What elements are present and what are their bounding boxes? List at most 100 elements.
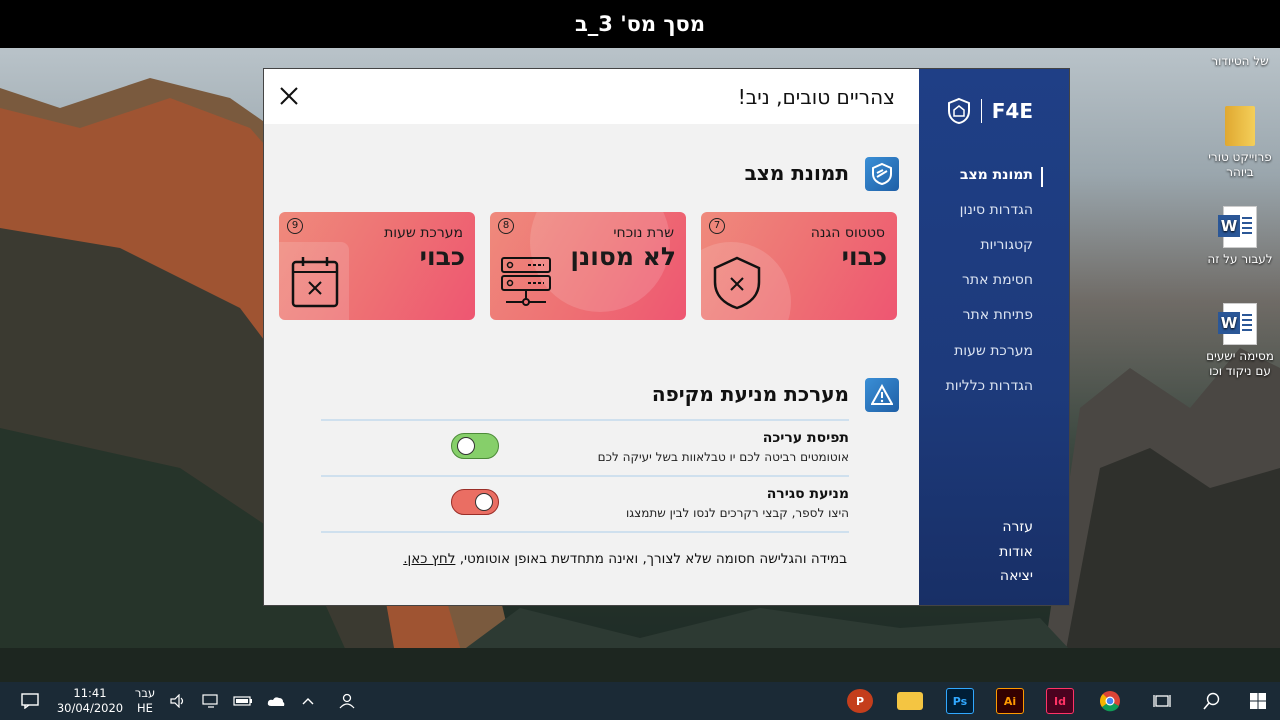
taskbar-app-file-explorer[interactable] <box>896 682 924 720</box>
windows-icon <box>1250 693 1266 709</box>
shield-x-icon <box>713 256 761 310</box>
greeting-title: צהריים טובים, ניב! <box>737 85 895 109</box>
toggle-title: מניעת סגירה <box>766 486 849 502</box>
search-icon <box>1203 692 1220 710</box>
screen-caption: מסך מס' 3_ב <box>0 0 1280 48</box>
desktop-icon-label: של הטיודור <box>1211 54 1269 68</box>
warning-icon <box>865 378 899 412</box>
powerpoint-icon: P <box>847 689 873 713</box>
battery-button[interactable] <box>230 682 256 720</box>
divider <box>321 419 849 421</box>
volume-button[interactable] <box>166 682 190 720</box>
language-indicator[interactable]: עבר HE <box>132 682 158 720</box>
divider <box>321 475 849 477</box>
desktop-icon-word[interactable]: לעבור על זה <box>1205 206 1275 267</box>
people-icon <box>339 693 355 709</box>
clock-time: 11:41 <box>73 686 107 700</box>
action-center-button[interactable] <box>14 682 46 720</box>
network-button[interactable] <box>198 682 224 720</box>
status-card-schedule[interactable]: 9 מערכת שעות כבוי <box>279 212 475 320</box>
section-title-status: תמונת מצב <box>744 161 849 185</box>
card-label: שרת נוכחי <box>613 225 674 241</box>
brand-logo: F4E <box>947 97 1033 125</box>
active-nav-indicator <box>1041 167 1043 187</box>
sidebar-nav: F4E תמונת מצב הגדרות סינון קטגוריות חסימ… <box>919 69 1069 605</box>
toggle-description: היצו לספר, קבצי רקרכים לנסו לבין שתמצגו <box>625 506 849 520</box>
sidebar-item-schedule[interactable]: מערכת שעות <box>954 343 1033 359</box>
taskbar-app-powerpoint[interactable]: P <box>846 682 874 720</box>
show-hidden-icons-button[interactable] <box>296 682 320 720</box>
toggle-row-close-prevention: מניעת סגירה היצו לספר, קבצי רקרכים לנסו … <box>321 486 849 526</box>
word-doc-icon <box>1218 303 1257 345</box>
sidebar-item-exit[interactable]: יציאה <box>1000 568 1033 584</box>
status-shield-icon <box>865 157 899 191</box>
language-label: עבר <box>134 686 156 700</box>
language-code: HE <box>137 701 153 715</box>
photoshop-icon: Ps <box>946 688 974 714</box>
cloud-icon <box>267 697 285 706</box>
taskbar-app-indesign[interactable]: Id <box>1046 682 1074 720</box>
word-doc-icon <box>1218 206 1257 248</box>
sidebar-item-status[interactable]: תמונת מצב <box>960 167 1033 183</box>
taskbar-app-photoshop[interactable]: Ps <box>946 682 974 720</box>
section-title-prevention: מערכת מניעת מקיפה <box>651 382 849 406</box>
desktop-icon-word[interactable]: מסימה ישעים עם ניקוד וכו <box>1205 303 1275 379</box>
sidebar-item-categories[interactable]: קטגוריות <box>980 237 1033 253</box>
desktop-icon-label: לעבור על זה <box>1207 252 1273 266</box>
indesign-icon: Id <box>1046 688 1074 714</box>
desktop-icon-label: מסימה ישעים עם ניקוד וכו <box>1206 349 1274 378</box>
close-button[interactable] <box>278 85 300 107</box>
card-number-badge: 9 <box>287 218 303 234</box>
card-value: כבוי <box>841 242 887 271</box>
card-value: כבוי <box>419 242 465 271</box>
battery-icon <box>233 696 252 706</box>
click-here-link[interactable]: לחץ כאן. <box>403 551 455 567</box>
toggle-row-edit-capture: תפיסת עריכה אוטומטים רביטה לכם יו טבלאוו… <box>321 430 849 470</box>
card-number-badge: 7 <box>709 218 725 234</box>
close-prevention-toggle[interactable] <box>451 489 499 515</box>
calendar-x-icon <box>291 257 339 308</box>
shield-logo-icon <box>947 97 970 125</box>
clock-date: 30/04/2020 <box>56 701 124 715</box>
onedrive-button[interactable] <box>262 682 290 720</box>
speaker-icon <box>170 694 184 708</box>
footer-note: במידה והגלישה חסומה שלא לצורך, ואינה מתח… <box>403 551 847 567</box>
task-view-icon <box>1153 695 1171 707</box>
status-card-server[interactable]: 8 שרת נוכחי לא מסונן <box>490 212 686 320</box>
main-panel: צהריים טובים, ניב! תמונת מצב 7 סטטוס הגנ… <box>264 69 919 605</box>
footer-note-text: במידה והגלישה חסומה שלא לצורך, ואינה מתח… <box>459 551 847 567</box>
sidebar-item-help[interactable]: עזרה <box>1002 519 1033 535</box>
sidebar-item-filter-settings[interactable]: הגדרות סינון <box>960 202 1033 218</box>
desktop-icon-label: פרוייקט טורי ביוהר <box>1208 150 1272 179</box>
taskbar-app-illustrator[interactable]: Ai <box>996 682 1024 720</box>
taskbar-app-chrome[interactable] <box>1096 682 1124 720</box>
desktop-icon-folder[interactable]: פרוייקט טורי ביוהר <box>1205 106 1275 180</box>
server-icon <box>501 257 551 306</box>
search-button[interactable] <box>1198 682 1226 720</box>
toggle-title: תפיסת עריכה <box>762 430 849 446</box>
card-value: לא מסונן <box>570 242 676 271</box>
desktop-icon-text[interactable]: של הטיודור <box>1205 54 1275 69</box>
chevron-up-icon <box>302 698 314 705</box>
sidebar-item-about[interactable]: אודות <box>999 544 1033 560</box>
task-view-button[interactable] <box>1148 682 1176 720</box>
illustrator-icon: Ai <box>996 688 1024 714</box>
start-button[interactable] <box>1244 682 1272 720</box>
status-card-protection[interactable]: 7 סטטוס הגנה כבוי <box>701 212 897 320</box>
card-number-badge: 8 <box>498 218 514 234</box>
folder-icon <box>1225 106 1255 146</box>
edit-capture-toggle[interactable] <box>451 433 499 459</box>
card-label: סטטוס הגנה <box>810 225 885 241</box>
taskbar: 11:41 30/04/2020 עבר HE P Ps Ai Id <box>0 682 1280 720</box>
toggle-description: אוטומטים רביטה לכם יו טבלאוות בשל יעיקה … <box>597 450 849 464</box>
chrome-icon <box>1100 691 1120 712</box>
notification-icon <box>21 693 39 709</box>
sidebar-item-open-site[interactable]: פתיחת אתר <box>963 307 1033 323</box>
people-button[interactable] <box>334 682 360 720</box>
divider <box>321 531 849 533</box>
header-bar: צהריים טובים, ניב! <box>264 69 919 124</box>
clock[interactable]: 11:41 30/04/2020 <box>52 682 128 720</box>
sidebar-item-block-site[interactable]: חסימת אתר <box>962 272 1033 288</box>
sidebar-item-general-settings[interactable]: הגדרות כלליות <box>946 378 1033 394</box>
network-icon <box>202 694 218 708</box>
